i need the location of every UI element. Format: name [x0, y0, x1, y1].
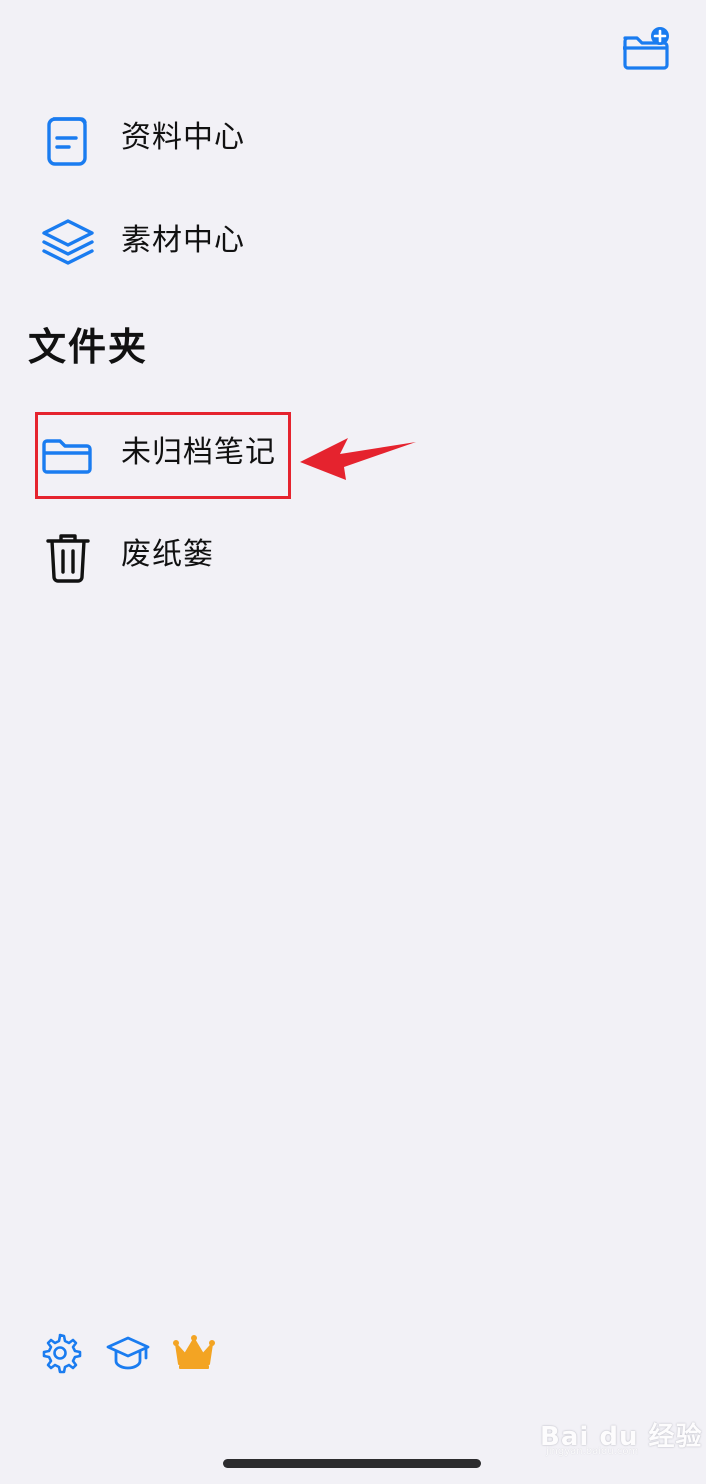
nav-item-material-center[interactable]: 素材中心	[30, 207, 450, 277]
folder-plus-icon	[623, 27, 669, 70]
folder-item-label: 废纸篓	[121, 537, 214, 572]
document-book-icon	[38, 110, 98, 170]
layers-stack-icon	[38, 213, 98, 273]
watermark-logo: Bai du 经验 jingyan.baidu.com	[540, 1408, 702, 1460]
nav-item-label: 素材中心	[121, 223, 245, 258]
watermark-subtext: jingyan.baidu.com	[546, 1446, 639, 1457]
nav-item-label: 资料中心	[121, 120, 245, 155]
premium-button[interactable]	[172, 1330, 216, 1374]
new-folder-button[interactable]	[616, 26, 674, 70]
red-arrow-icon	[296, 434, 420, 482]
crown-icon	[173, 1335, 215, 1369]
gear-icon	[42, 1333, 82, 1374]
tutorial-button[interactable]	[106, 1330, 150, 1374]
section-title-folders: 文件夹	[28, 325, 149, 369]
annotation-highlight-box	[35, 412, 291, 499]
home-indicator[interactable]	[223, 1459, 481, 1468]
trash-icon	[38, 527, 98, 587]
graduation-cap-icon	[106, 1336, 150, 1370]
nav-item-resource-center[interactable]: 资料中心	[30, 104, 450, 174]
folder-item-trash[interactable]: 废纸篓	[30, 521, 450, 591]
settings-button[interactable]	[38, 1330, 82, 1374]
